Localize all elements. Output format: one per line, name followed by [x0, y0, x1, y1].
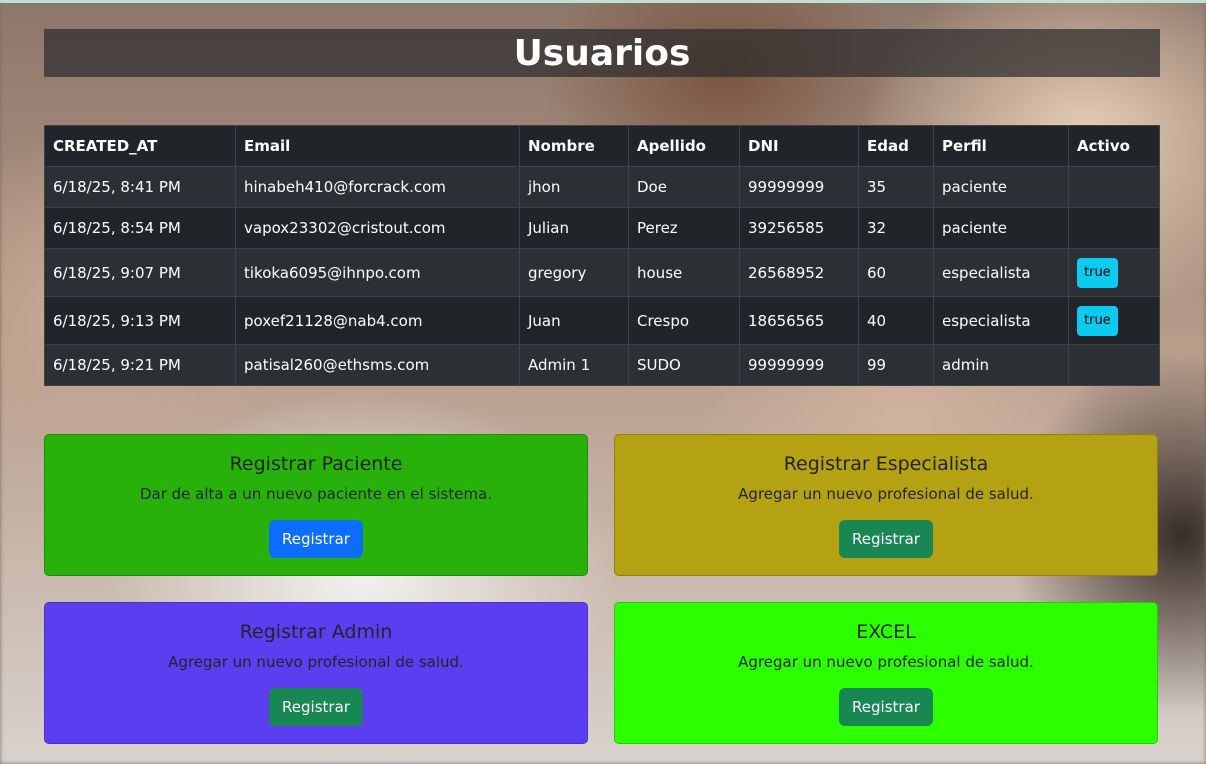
active-badge: true: [1077, 257, 1118, 288]
cell-edad: 40: [858, 296, 934, 345]
header-email[interactable]: Email: [235, 125, 520, 167]
table-row[interactable]: 6/18/25, 9:21 PM patisal260@ethsms.com A…: [44, 344, 1160, 386]
cell-activo: true: [1068, 248, 1160, 297]
cell-edad: 35: [858, 166, 934, 208]
cell-created-at: 6/18/25, 9:07 PM: [44, 248, 236, 297]
cell-perfil: especialista: [933, 248, 1069, 297]
cell-created-at: 6/18/25, 9:13 PM: [44, 296, 236, 345]
cell-edad: 60: [858, 248, 934, 297]
cell-email: patisal260@ethsms.com: [235, 344, 520, 386]
header-edad[interactable]: Edad: [858, 125, 934, 167]
card-excel: EXCEL Agregar un nuevo profesional de sa…: [614, 602, 1158, 744]
cell-perfil: admin: [933, 344, 1069, 386]
excel-registrar-button[interactable]: Registrar: [839, 688, 933, 726]
cell-perfil: especialista: [933, 296, 1069, 345]
cell-apellido: house: [628, 248, 740, 297]
cell-activo: [1068, 344, 1160, 386]
cell-perfil: paciente: [933, 207, 1069, 249]
cell-activo: [1068, 207, 1160, 249]
header-perfil[interactable]: Perfil: [933, 125, 1069, 167]
card-text: Dar de alta a un nuevo paciente en el si…: [139, 485, 493, 503]
header-activo[interactable]: Activo: [1068, 125, 1160, 167]
table-row[interactable]: 6/18/25, 9:13 PM poxef21128@nab4.com Jua…: [44, 296, 1160, 345]
cell-apellido: SUDO: [628, 344, 740, 386]
registrar-admin-button[interactable]: Registrar: [269, 688, 363, 726]
header-apellido[interactable]: Apellido: [628, 125, 740, 167]
cell-apellido: Perez: [628, 207, 740, 249]
cell-edad: 32: [858, 207, 934, 249]
card-title: Registrar Especialista: [783, 453, 989, 475]
header-created-at[interactable]: CREATED_AT: [44, 125, 236, 167]
card-registrar-admin: Registrar Admin Agregar un nuevo profesi…: [44, 602, 588, 744]
cell-email: hinabeh410@forcrack.com: [235, 166, 520, 208]
header-dni[interactable]: DNI: [739, 125, 859, 167]
cell-nombre: Julian: [519, 207, 629, 249]
registrar-especialista-button[interactable]: Registrar: [839, 520, 933, 558]
cell-dni: 99999999: [739, 166, 859, 208]
users-table: CREATED_AT Email Nombre Apellido DNI Eda…: [44, 125, 1160, 386]
active-badge: true: [1077, 305, 1118, 336]
table-row[interactable]: 6/18/25, 8:41 PM hinabeh410@forcrack.com…: [44, 166, 1160, 208]
title-bar: Usuarios: [44, 29, 1160, 77]
header-nombre[interactable]: Nombre: [519, 125, 629, 167]
cell-nombre: gregory: [519, 248, 629, 297]
cell-perfil: paciente: [933, 166, 1069, 208]
card-title: Registrar Paciente: [229, 453, 403, 475]
cell-activo: true: [1068, 296, 1160, 345]
cell-email: vapox23302@cristout.com: [235, 207, 520, 249]
card-text: Agregar un nuevo profesional de salud.: [738, 653, 1034, 671]
cell-dni: 26568952: [739, 248, 859, 297]
registrar-paciente-button[interactable]: Registrar: [269, 520, 363, 558]
card-title: EXCEL: [856, 621, 916, 643]
cell-nombre: jhon: [519, 166, 629, 208]
cell-dni: 99999999: [739, 344, 859, 386]
cell-nombre: Juan: [519, 296, 629, 345]
cell-apellido: Crespo: [628, 296, 740, 345]
table-row[interactable]: 6/18/25, 9:07 PM tikoka6095@ihnpo.com gr…: [44, 248, 1160, 297]
card-registrar-especialista: Registrar Especialista Agregar un nuevo …: [614, 434, 1158, 576]
cell-created-at: 6/18/25, 9:21 PM: [44, 344, 236, 386]
page-title: Usuarios: [513, 32, 691, 74]
cell-created-at: 6/18/25, 8:54 PM: [44, 207, 236, 249]
cell-edad: 99: [858, 344, 934, 386]
table-row[interactable]: 6/18/25, 8:54 PM vapox23302@cristout.com…: [44, 207, 1160, 249]
cell-email: tikoka6095@ihnpo.com: [235, 248, 520, 297]
main-container: Usuarios CREATED_AT Email Nombre Apellid…: [44, 29, 1160, 386]
cell-dni: 39256585: [739, 207, 859, 249]
cell-nombre: Admin 1: [519, 344, 629, 386]
cell-activo: [1068, 166, 1160, 208]
top-accent-line: [0, 0, 1206, 3]
cell-dni: 18656565: [739, 296, 859, 345]
card-registrar-paciente: Registrar Paciente Dar de alta a un nuev…: [44, 434, 588, 576]
cell-apellido: Doe: [628, 166, 740, 208]
cell-created-at: 6/18/25, 8:41 PM: [44, 166, 236, 208]
card-text: Agregar un nuevo profesional de salud.: [168, 653, 464, 671]
card-text: Agregar un nuevo profesional de salud.: [738, 485, 1034, 503]
table-header-row: CREATED_AT Email Nombre Apellido DNI Eda…: [44, 125, 1160, 167]
cell-email: poxef21128@nab4.com: [235, 296, 520, 345]
card-title: Registrar Admin: [239, 621, 393, 643]
